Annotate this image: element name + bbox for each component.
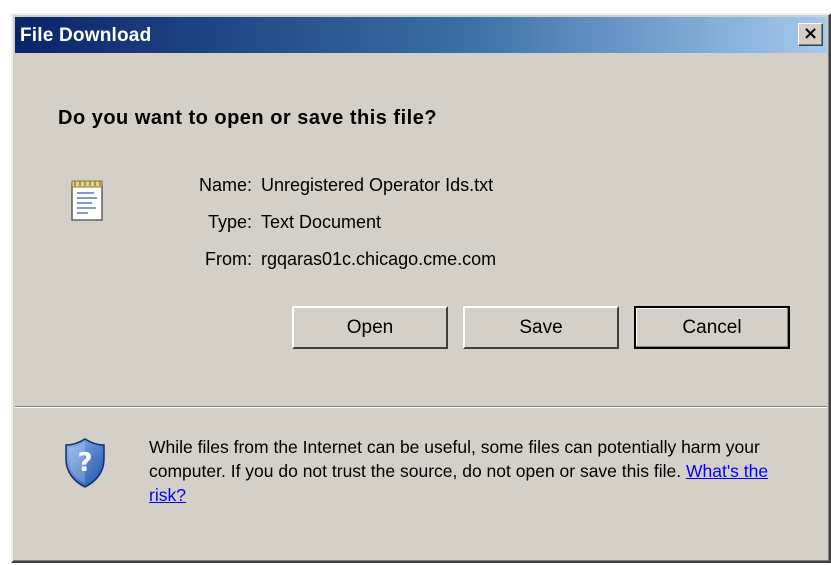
text-document-icon	[71, 180, 103, 221]
file-name-value: Unregistered Operator Ids.txt	[261, 175, 494, 195]
shield-question-icon: ?	[65, 438, 105, 488]
svg-text:?: ?	[77, 448, 92, 478]
file-source-value: rgqaras01c.chicago.cme.com	[261, 249, 497, 269]
name-label: Name:	[198, 175, 252, 195]
cancel-button[interactable]: Cancel	[634, 306, 790, 349]
dialog-question: Do you want to open or save this file?	[58, 107, 438, 129]
security-warning: While files from the Internet can be use…	[149, 435, 809, 507]
close-button[interactable]: ×	[798, 23, 823, 46]
file-type-value: Text Document	[261, 212, 382, 232]
from-label: From:	[205, 249, 252, 269]
file-download-dialog: File Download × Do you want to open or s…	[11, 13, 831, 563]
warning-text: While files from the Internet can be use…	[149, 437, 760, 481]
type-label: Type:	[207, 212, 252, 232]
title-bar[interactable]: File Download ×	[15, 17, 827, 53]
save-button[interactable]: Save	[463, 306, 619, 349]
window-title: File Download	[20, 25, 152, 46]
open-button[interactable]: Open	[292, 306, 448, 349]
separator-highlight	[15, 407, 827, 408]
